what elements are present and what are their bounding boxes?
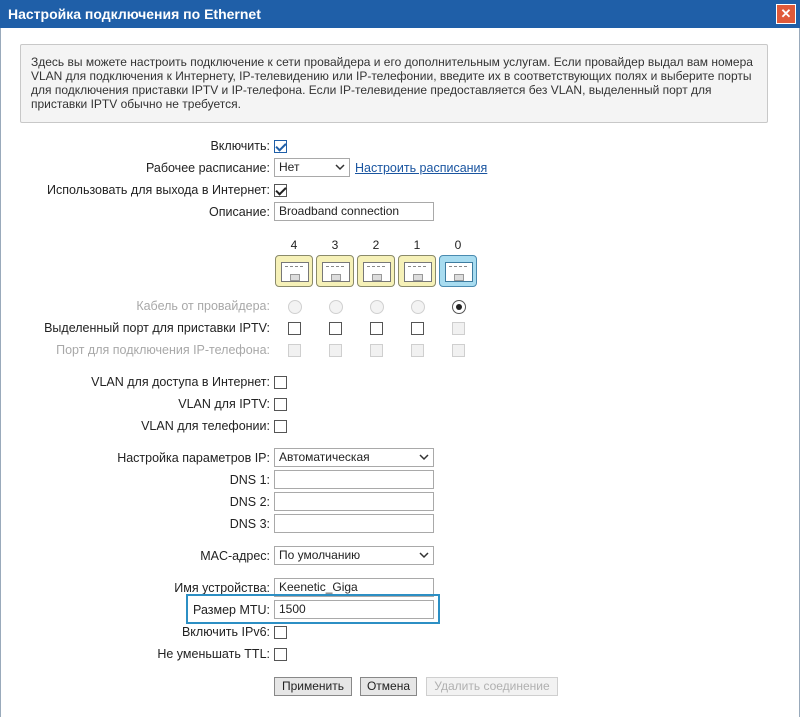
window-titlebar: Настройка подключения по Ethernet ✕ bbox=[0, 0, 800, 28]
device-name-value: Keenetic_Giga bbox=[279, 580, 358, 594]
dns3-input[interactable] bbox=[274, 514, 434, 533]
port-number-0: 0 bbox=[454, 238, 462, 252]
iptv-port-label: Выделенный порт для приставки IPTV: bbox=[44, 321, 270, 335]
mtu-value: 1500 bbox=[279, 602, 306, 616]
mtu-input[interactable]: 1500 bbox=[274, 600, 434, 619]
provider-port-radio-3[interactable] bbox=[329, 300, 343, 314]
description-label: Описание: bbox=[209, 205, 270, 219]
chevron-down-icon bbox=[419, 454, 429, 461]
mac-select[interactable]: По умолчанию bbox=[274, 546, 434, 565]
provider-port-radio-0[interactable] bbox=[452, 300, 466, 314]
phone-port-checkbox-0 bbox=[452, 344, 465, 357]
ethernet-port-icon-4 bbox=[275, 255, 313, 287]
ip-settings-value: Автоматическая bbox=[279, 450, 370, 464]
iptv-port-checkbox-1[interactable] bbox=[411, 322, 424, 335]
vlan-iptv-label: VLAN для IPTV: bbox=[178, 397, 270, 411]
enable-label: Включить: bbox=[210, 139, 270, 153]
ip-settings-label: Настройка параметров IP: bbox=[117, 451, 270, 465]
port-number-3: 3 bbox=[331, 238, 339, 252]
vlan-phone-label: VLAN для телефонии: bbox=[141, 419, 270, 433]
dns3-label: DNS 3: bbox=[229, 517, 270, 531]
internet-checkbox[interactable] bbox=[274, 184, 287, 197]
ttl-checkbox[interactable] bbox=[274, 648, 287, 661]
phone-port-checkbox-2 bbox=[370, 344, 383, 357]
provider-port-radio-4[interactable] bbox=[288, 300, 302, 314]
chevron-down-icon bbox=[419, 552, 429, 559]
vlan-internet-checkbox[interactable] bbox=[274, 376, 287, 389]
ethernet-port-icon-2 bbox=[357, 255, 395, 287]
info-box: Здесь вы можете настроить подключение к … bbox=[20, 44, 768, 123]
vlan-phone-checkbox[interactable] bbox=[274, 420, 287, 433]
schedule-label: Рабочее расписание: bbox=[145, 161, 270, 175]
enable-checkbox[interactable] bbox=[274, 140, 287, 153]
dns1-label: DNS 1: bbox=[229, 473, 270, 487]
info-text: Здесь вы можете настроить подключение к … bbox=[31, 55, 753, 111]
window-title: Настройка подключения по Ethernet bbox=[8, 6, 261, 22]
ttl-label: Не уменьшать TTL: bbox=[157, 647, 270, 661]
cancel-button[interactable]: Отмена bbox=[360, 677, 417, 696]
provider-port-radio-2[interactable] bbox=[370, 300, 384, 314]
schedule-select[interactable]: Нет bbox=[274, 158, 350, 177]
description-input[interactable]: Broadband connection bbox=[274, 202, 434, 221]
iptv-port-checkbox-4[interactable] bbox=[288, 322, 301, 335]
port-number-2: 2 bbox=[372, 238, 380, 252]
vlan-iptv-checkbox[interactable] bbox=[274, 398, 287, 411]
mac-value: По умолчанию bbox=[279, 548, 361, 562]
phone-port-checkbox-4 bbox=[288, 344, 301, 357]
mtu-label: Размер MTU: bbox=[193, 603, 270, 617]
provider-cable-label: Кабель от провайдера: bbox=[136, 299, 270, 313]
port-number-4: 4 bbox=[290, 238, 298, 252]
apply-button[interactable]: Применить bbox=[274, 677, 352, 696]
internet-label: Использовать для выхода в Интернет: bbox=[46, 183, 270, 197]
device-name-label: Имя устройства: bbox=[174, 581, 270, 595]
ipv6-label: Включить IPv6: bbox=[181, 625, 270, 639]
phone-port-checkbox-3 bbox=[329, 344, 342, 357]
dns2-label: DNS 2: bbox=[229, 495, 270, 509]
chevron-down-icon bbox=[335, 164, 345, 171]
iptv-port-checkbox-2[interactable] bbox=[370, 322, 383, 335]
dns2-input[interactable] bbox=[274, 492, 434, 511]
phone-port-label: Порт для подключения IP-телефона: bbox=[56, 343, 270, 357]
ethernet-port-icon-0 bbox=[439, 255, 477, 287]
ethernet-port-icon-3 bbox=[316, 255, 354, 287]
description-value: Broadband connection bbox=[279, 204, 400, 218]
port-number-1: 1 bbox=[413, 238, 421, 252]
provider-port-radio-1[interactable] bbox=[411, 300, 425, 314]
mac-label: MAC-адрес: bbox=[200, 549, 270, 563]
dns1-input[interactable] bbox=[274, 470, 434, 489]
delete-connection-button: Удалить соединение bbox=[426, 677, 558, 696]
iptv-port-checkbox-3[interactable] bbox=[329, 322, 342, 335]
ipv6-checkbox[interactable] bbox=[274, 626, 287, 639]
ip-settings-select[interactable]: Автоматическая bbox=[274, 448, 434, 467]
ethernet-port-icon-1 bbox=[398, 255, 436, 287]
phone-port-checkbox-1 bbox=[411, 344, 424, 357]
vlan-internet-label: VLAN для доступа в Интернет: bbox=[91, 375, 270, 389]
close-icon[interactable]: ✕ bbox=[776, 4, 796, 24]
schedule-settings-link[interactable]: Настроить расписания bbox=[355, 161, 487, 175]
iptv-port-checkbox-0 bbox=[452, 322, 465, 335]
schedule-value: Нет bbox=[279, 160, 300, 174]
